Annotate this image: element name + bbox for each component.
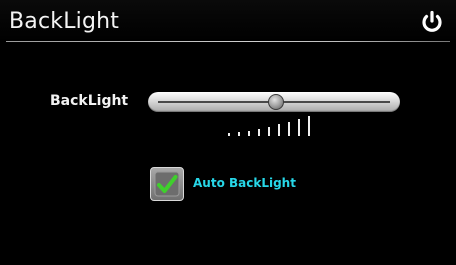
level-bar — [298, 118, 300, 136]
auto-backlight-label[interactable]: Auto BackLight — [193, 176, 296, 190]
slider-knob[interactable] — [268, 94, 285, 110]
power-icon — [422, 10, 442, 32]
backlight-slider[interactable] — [148, 92, 400, 112]
page-title: BackLight — [9, 9, 120, 34]
level-bar — [228, 133, 230, 136]
level-bar — [258, 128, 260, 136]
level-bar — [248, 130, 250, 136]
backlight-label: BackLight — [50, 93, 129, 109]
level-bar — [268, 126, 270, 136]
level-bar — [278, 124, 280, 136]
level-bar — [288, 121, 290, 136]
level-bar — [238, 132, 240, 136]
backlight-level-indicator — [228, 114, 318, 136]
title-bar: BackLight — [0, 0, 456, 42]
power-button[interactable] — [418, 8, 446, 36]
checkmark-icon — [154, 171, 180, 197]
title-divider — [6, 41, 450, 42]
level-bar — [308, 116, 310, 136]
auto-backlight-checkbox[interactable] — [150, 167, 184, 201]
